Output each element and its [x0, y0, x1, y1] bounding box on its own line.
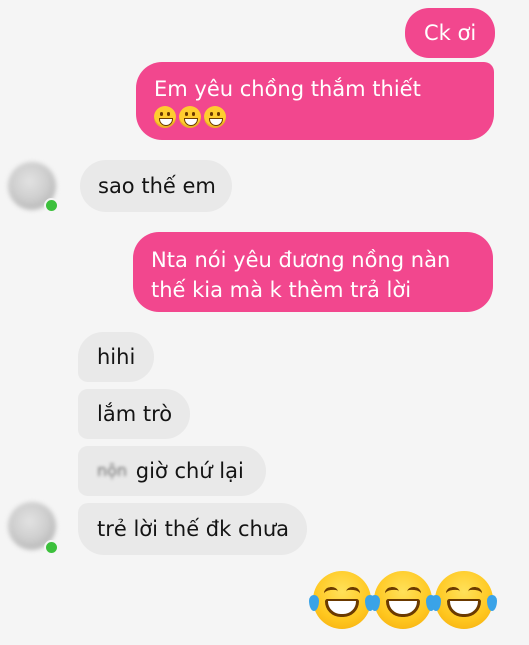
grinning-face-icon: [154, 106, 176, 128]
online-status-dot-icon: [44, 540, 59, 555]
message-text: sao thế em: [98, 174, 216, 198]
incoming-message[interactable]: sao thế em: [80, 160, 232, 212]
incoming-message[interactable]: hihi: [78, 332, 154, 382]
tears-of-joy-icon[interactable]: [431, 571, 497, 629]
emoji-row: [154, 106, 476, 128]
grinning-face-icon: [204, 106, 226, 128]
message-text: Ck ơi: [424, 21, 477, 45]
online-status-dot-icon: [44, 198, 59, 213]
incoming-message[interactable]: trẻ lời thế đk chưa: [78, 503, 307, 555]
tears-of-joy-icon[interactable]: [309, 571, 375, 629]
tears-of-joy-icon[interactable]: [370, 571, 436, 629]
outgoing-message[interactable]: Em yêu chồng thắm thiết: [136, 62, 494, 140]
message-text-line-1: Nta nói yêu đương nồng nàn: [151, 248, 451, 272]
chat-thread: Ck ơi Em yêu chồng thắm thiết sao thế em…: [0, 0, 529, 645]
message-text: hihi: [97, 345, 136, 369]
outgoing-message[interactable]: Ck ơi: [405, 8, 495, 58]
message-text: trẻ lời thế đk chưa: [97, 517, 289, 541]
message-text: lắm trò: [97, 402, 173, 426]
outgoing-message[interactable]: Nta nói yêu đương nồng nàn thế kia mà k …: [133, 232, 493, 312]
message-text: giờ chứ lại: [135, 459, 244, 483]
incoming-message[interactable]: nộn giờ chứ lại: [78, 446, 266, 496]
message-text: Em yêu chồng thắm thiết: [154, 77, 421, 101]
incoming-message[interactable]: lắm trò: [78, 389, 190, 439]
blurred-word: nộn: [97, 461, 128, 480]
grinning-face-icon: [179, 106, 201, 128]
message-text-line-2: thế kia mà k thèm trả lời: [151, 278, 412, 302]
